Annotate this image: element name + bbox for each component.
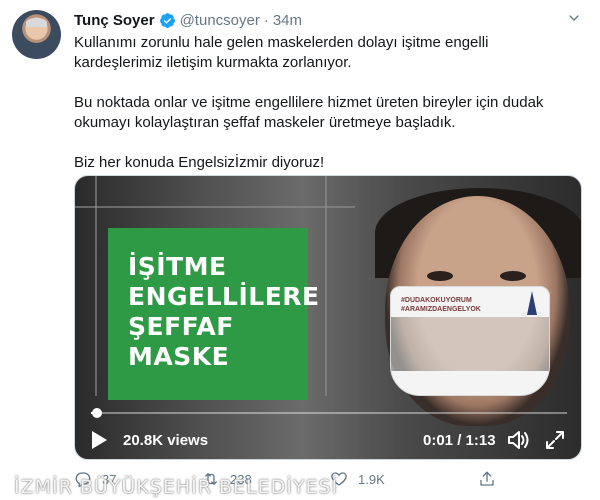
tweet-text: Kullanımı zorunlu hale gelen maskelerden… [74, 33, 574, 193]
verified-badge-icon [159, 12, 175, 28]
header-separator: · [263, 11, 269, 29]
video-views: 20.8K views [123, 432, 209, 449]
volume-icon[interactable] [507, 429, 531, 451]
author-name[interactable]: Tunç Soyer [74, 12, 155, 29]
video-player[interactable]: İŞİTME ENGELLİLERE ŞEFFAF MASKE #DUDAKOK… [74, 175, 582, 460]
background-pillar [325, 176, 327, 396]
mask-line: #ARAMIZDAENGELYOK [401, 306, 481, 313]
video-progress-bar[interactable] [91, 408, 567, 418]
tweet-paragraph: Biz her konuda Engelsizİzmir diyoruz! [74, 153, 574, 173]
mask-logo-icon [527, 291, 537, 315]
mask-print: #DUDAKOKUYORUM #ARAMIZDAENGELYOK [401, 296, 481, 314]
tweet-line: kardeşlerimiz iletişim kurmakta zorlanıy… [74, 54, 352, 71]
video-duration: 0:01 / 1:13 [423, 432, 496, 449]
person-eye [500, 271, 526, 281]
tweet-line: Bu noktada onlar ve işitme engellilere h… [74, 94, 544, 111]
watermark: İZMİR BÜYÜKŞEHİR BELEDİYESİ [14, 476, 339, 498]
like-count: 1.9K [358, 471, 385, 487]
mask-line: #DUDAKOKUYORUM [401, 297, 472, 304]
fullscreen-icon[interactable] [545, 430, 565, 450]
background-beam [75, 206, 355, 208]
progress-handle[interactable] [92, 408, 103, 418]
like-button[interactable]: 1.9K [330, 470, 385, 488]
person-eye [427, 271, 453, 281]
overlay-line: ŞEFFAF [128, 312, 234, 341]
video-overlay-title: İŞİTME ENGELLİLERE ŞEFFAF MASKE [108, 228, 320, 400]
background-pillar [95, 176, 97, 396]
tweet-paragraph: Kullanımı zorunlu hale gelen maskelerden… [74, 33, 574, 73]
tweet-time[interactable]: 34m [273, 12, 302, 29]
tweet-header: Tunç Soyer @tuncsoyer · 34m [74, 10, 302, 30]
overlay-line: ENGELLİLERE [128, 282, 320, 311]
avatar[interactable] [12, 10, 61, 59]
overlay-line: MASKE [128, 342, 230, 371]
chevron-down-icon[interactable] [566, 10, 582, 26]
share-icon [480, 471, 494, 486]
transparent-mask: #DUDAKOKUYORUM #ARAMIZDAENGELYOK [390, 286, 550, 396]
tweet-line[interactable]: Biz her konuda Engelsizİzmir diyoruz! [74, 154, 324, 171]
play-icon[interactable] [90, 430, 108, 450]
overlay-line: İŞİTME [128, 252, 227, 281]
author-handle[interactable]: @tuncsoyer [180, 12, 260, 29]
tweet-paragraph: Bu noktada onlar ve işitme engellilere h… [74, 93, 574, 133]
share-button[interactable] [478, 470, 506, 488]
tweet-line: okumayı kolaylaştıran şeffaf maskeler ür… [74, 114, 456, 131]
tweet: Tunç Soyer @tuncsoyer · 34m Kullanımı zo… [0, 0, 600, 500]
tweet-line: Kullanımı zorunlu hale gelen maskelerden… [74, 34, 489, 51]
